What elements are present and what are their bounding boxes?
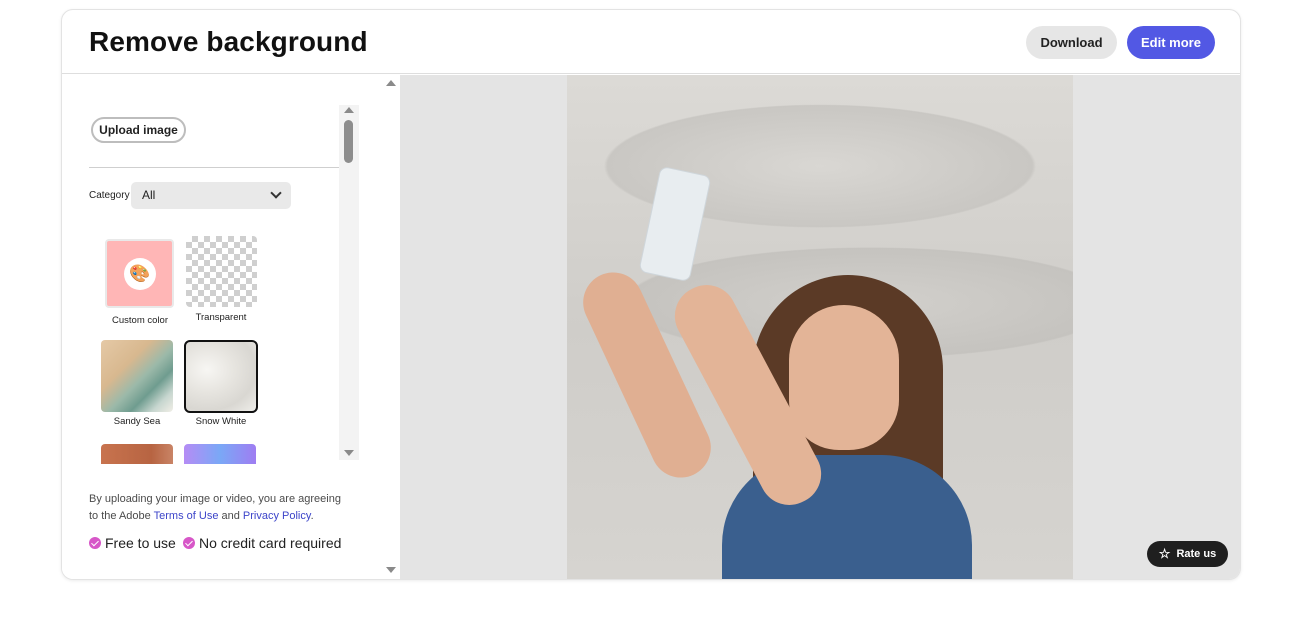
preview-image [567,75,1073,579]
swatch-label: Sandy Sea [113,416,161,427]
swatch-label: Transparent [195,312,247,323]
photo-phone [638,165,712,283]
photo-face [789,305,899,450]
legal-notice: By uploading your image or video, you ar… [89,491,349,525]
star-icon: ☆ [1158,546,1171,561]
scroll-up-arrow-icon[interactable] [386,80,396,86]
privacy-policy-link[interactable]: Privacy Policy [243,510,311,522]
perk-label: No credit card required [199,535,342,551]
legal-suffix: . [310,510,314,522]
remove-background-card: Remove background Download Edit more Upl… [61,9,1241,580]
terms-of-use-link[interactable]: Terms of Use [154,510,219,522]
category-label: Category [89,190,130,201]
divider [89,167,342,168]
perk-label: Free to use [105,535,176,551]
swatch-gradient[interactable] [184,444,256,464]
check-circle-icon [89,537,101,549]
scroll-up-arrow-icon[interactable] [344,107,354,113]
perk-free: Free to use [89,535,176,551]
category-select-value: All [142,188,156,202]
edit-more-button[interactable]: Edit more [1127,26,1215,59]
category-select[interactable]: All [131,182,291,209]
page-title: Remove background [89,26,368,57]
palette-icon: 🎨 [124,258,156,290]
scrollbar-thumb[interactable] [344,120,353,163]
swatch-transparent[interactable] [186,236,257,307]
download-button[interactable]: Download [1026,26,1117,59]
swatch-list-scrollbar[interactable] [339,105,359,460]
perk-no-card: No credit card required [183,535,341,551]
check-circle-icon [183,537,195,549]
swatch-label: Snow White [195,416,247,427]
header: Remove background Download Edit more [62,10,1240,74]
panel-scrollbar[interactable] [381,75,399,579]
swatch-label: Custom color [112,315,168,326]
swatch-custom-color[interactable]: 🎨 [105,239,174,308]
swatch-snow-white[interactable] [184,340,258,413]
upload-image-button[interactable]: Upload image [91,117,186,143]
chevron-down-icon [270,187,282,199]
legal-and: and [218,510,243,522]
scroll-down-arrow-icon[interactable] [386,567,396,573]
swatch-sandy-sea[interactable] [101,340,173,412]
preview-area [400,75,1240,579]
swatch-terracotta[interactable] [101,444,173,464]
rate-us-label: Rate us [1176,548,1217,560]
rate-us-button[interactable]: ☆ Rate us [1147,541,1228,567]
scroll-down-arrow-icon[interactable] [344,450,354,456]
